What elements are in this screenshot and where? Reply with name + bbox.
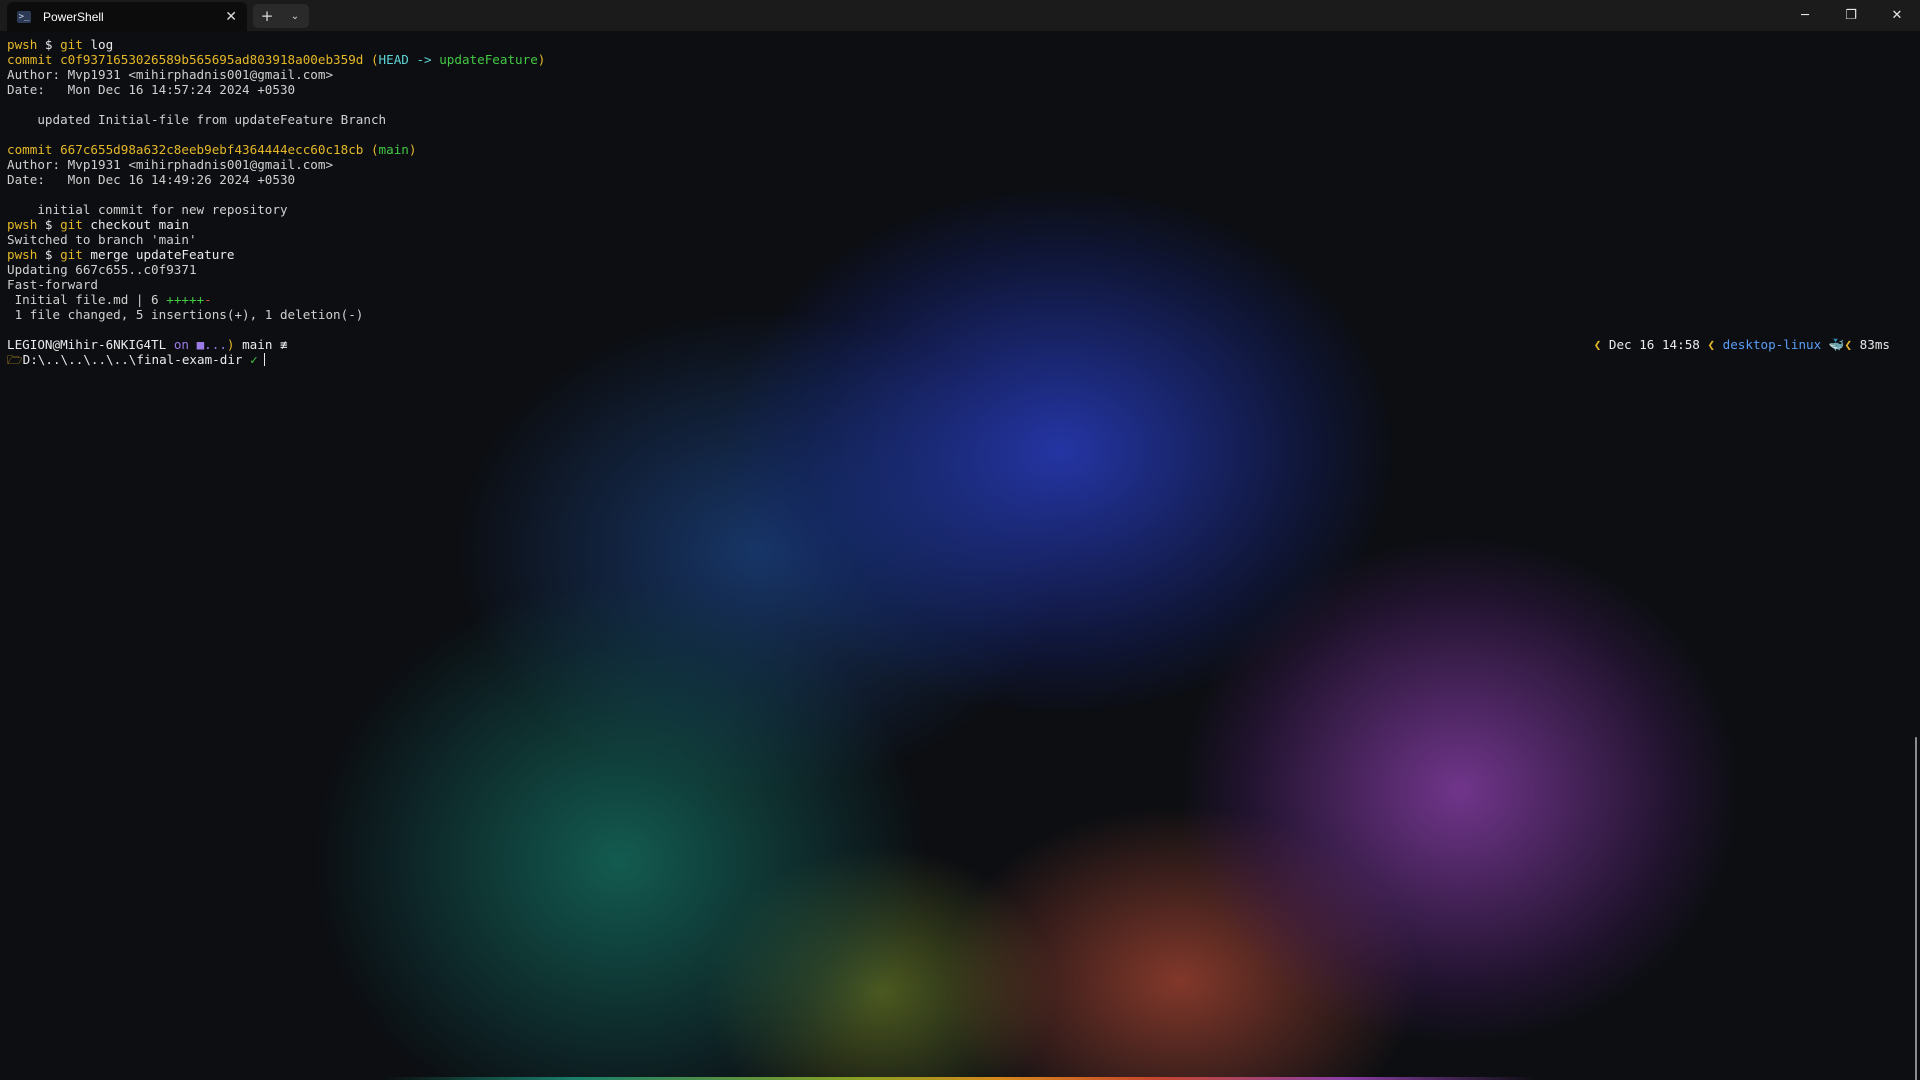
minimize-button[interactable]: ─ [1782,0,1828,31]
branch-ref: updateFeature [439,52,538,67]
git-branch: main [242,337,273,352]
right-prompt: ❮ Dec 16 14:58 ❮ desktop-linux 🐳❮ 83ms [1594,337,1890,352]
prompt-label: pwsh [7,217,38,232]
ref-close: ) [537,52,546,67]
current-path: D:\..\..\..\..\final-exam-dir [22,352,243,367]
text-cursor [263,353,265,366]
command-duration: 83ms [1859,337,1890,352]
prompt-symbol: $ [37,247,61,262]
terminal-line: initial commit for new repository [7,202,288,217]
terminal-line: 1 file changed, 5 insertions(+), 1 delet… [7,307,364,322]
powershell-icon: >_ [17,10,31,23]
terminal-line: Date: Mon Dec 16 14:49:26 2024 +0530 [7,172,296,187]
prompt-line-1: LEGION@Mihir-6NKIG4TL on ■...) main ≢ [7,337,1407,352]
terminal-line: updated Initial-file from updateFeature … [7,112,387,127]
terminal-pane[interactable]: pwsh $ git log commit c0f9371653026589b5… [0,31,1920,1080]
command-args: merge updateFeature [82,247,235,262]
terminal-line: commit 667c655d98a632c8eeb9ebf4364444ecc… [7,142,1407,157]
prompt-label: pwsh [7,247,38,262]
terminal-output: pwsh $ git log commit c0f9371653026589b5… [7,37,1407,367]
terminal-line: Author: Mvp1931 <mihirphadnis001@gmail.c… [7,67,334,82]
prompt-line-2: 🗁D:\..\..\..\..\final-exam-dir ✓ [7,352,1407,367]
command-args: checkout main [82,217,189,232]
right-prompt-separator: ❮ [1593,337,1609,352]
scrollbar-thumb[interactable] [1915,737,1917,1080]
terminal-line: commit c0f9371653026589b565695ad803918a0… [7,52,1407,67]
branch-ref: main [378,142,409,157]
close-window-button[interactable]: ✕ [1874,0,1920,31]
docker-whale-icon: 🐳 [1821,337,1845,352]
right-prompt-separator: ❮ [1699,337,1723,352]
folder-icon: 🗁 [7,352,23,367]
diffstat-file: Initial file.md | 6 [7,292,167,307]
prompt-separator: ) [226,337,243,352]
command-name: git [60,217,83,232]
terminal-line: pwsh $ git checkout main [7,217,1407,232]
ref-close: ) [408,142,417,157]
tab-title: PowerShell [43,9,104,24]
success-check-icon: ✓ [242,352,258,367]
terminal-line: Initial file.md | 6 +++++- [7,292,1407,307]
profile-dropdown-button[interactable]: ⌄ [281,4,309,28]
path-ellipsis: ... [204,337,227,352]
prompt-time: Dec 16 14:58 [1608,337,1700,352]
user-host: LEGION@Mihir-6NKIG4TL [7,337,167,352]
terminal-line: pwsh $ git merge updateFeature [7,247,1407,262]
commit-hash: commit 667c655d98a632c8eeb9ebf4364444ecc… [7,142,379,157]
tab-powershell[interactable]: >_ PowerShell ✕ [7,2,247,31]
commit-hash: commit c0f9371653026589b565695ad803918a0… [7,52,379,67]
prompt-symbol: $ [37,217,61,232]
restore-button[interactable]: ❐ [1828,0,1874,31]
new-tab-button[interactable]: + [253,4,281,28]
command-args: log [82,37,114,52]
command-name: git [60,247,83,262]
terminal-line: Fast-forward [7,277,98,292]
terminal-line: Updating 667c655..c0f9371 [7,262,197,277]
git-status: ≢ [272,337,288,352]
window-controls: ─ ❐ ✕ [1782,0,1920,31]
prompt-symbol: $ [37,37,61,52]
terminal-line: Switched to branch 'main' [7,232,197,247]
prompt-on: on [166,337,197,352]
arrow: -> [408,52,440,67]
terminal-line: Author: Mvp1931 <mihirphadnis001@gmail.c… [7,157,334,172]
docker-context: desktop-linux [1722,337,1822,352]
tab-actions: + ⌄ [253,4,309,28]
prompt-label: pwsh [7,37,38,52]
diffstat-minus: - [204,292,212,307]
head-ref: HEAD [378,52,409,67]
terminal-line: Date: Mon Dec 16 14:57:24 2024 +0530 [7,82,296,97]
diffstat-plus: +++++ [166,292,205,307]
title-bar: >_ PowerShell ✕ + ⌄ ─ ❐ ✕ [0,0,1920,31]
close-tab-icon[interactable]: ✕ [225,8,237,25]
command-name: git [60,37,83,52]
right-prompt-separator: ❮ [1844,337,1860,352]
terminal-line: pwsh $ git log [7,37,1407,52]
